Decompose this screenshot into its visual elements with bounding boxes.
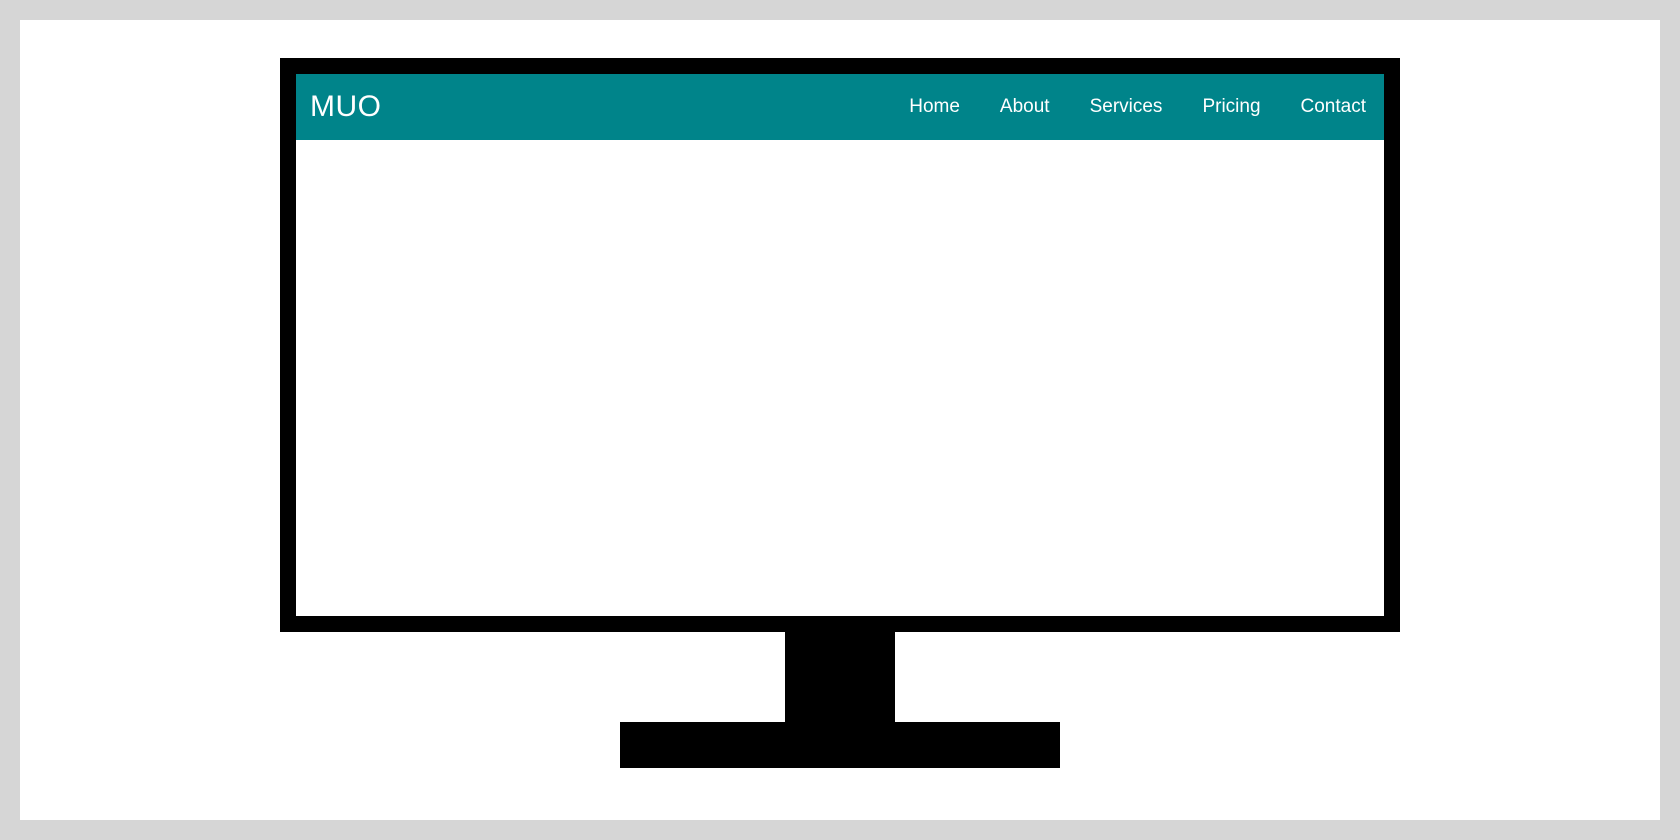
site-logo[interactable]: MUO — [310, 90, 382, 124]
monitor: MUO Home About Services Pricing Contact — [280, 58, 1400, 768]
monitor-bezel: MUO Home About Services Pricing Contact — [280, 58, 1400, 632]
monitor-base — [620, 722, 1060, 768]
nav-link-about[interactable]: About — [1000, 96, 1050, 118]
nav-link-pricing[interactable]: Pricing — [1202, 96, 1260, 118]
page-canvas: MUO Home About Services Pricing Contact — [20, 20, 1660, 820]
monitor-neck — [785, 632, 895, 722]
nav-links: Home About Services Pricing Contact — [909, 96, 1366, 118]
nav-link-home[interactable]: Home — [909, 96, 960, 118]
monitor-screen: MUO Home About Services Pricing Contact — [296, 74, 1384, 616]
nav-link-services[interactable]: Services — [1090, 96, 1163, 118]
navbar: MUO Home About Services Pricing Contact — [296, 74, 1384, 140]
nav-link-contact[interactable]: Contact — [1301, 96, 1366, 118]
page-content — [296, 140, 1384, 616]
